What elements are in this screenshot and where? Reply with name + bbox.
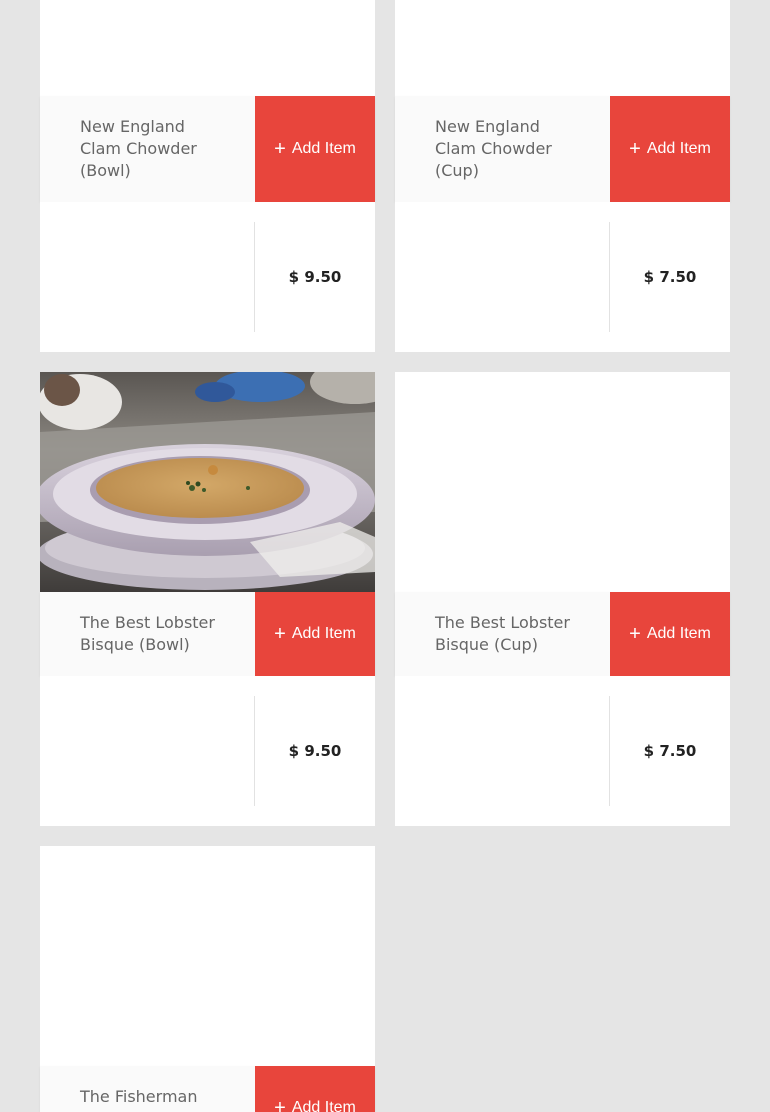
item-price: $ 9.50	[288, 742, 342, 760]
item-price-area: $ 9.50	[40, 202, 375, 352]
item-price: $ 9.50	[288, 268, 342, 286]
item-title-row: New England Clam Chowder (Cup) + Add Ite…	[395, 96, 730, 202]
item-name: New England Clam Chowder (Bowl)	[80, 117, 197, 180]
add-item-button[interactable]: + Add Item	[255, 96, 375, 202]
item-name: The Best Lobster Bisque (Cup)	[435, 613, 570, 654]
item-image-placeholder	[40, 846, 375, 1066]
item-price-area: $ 7.50	[395, 676, 730, 826]
plus-icon: +	[629, 623, 641, 645]
add-item-label: Add Item	[646, 625, 711, 642]
add-item-button[interactable]: + Add Item	[255, 1066, 375, 1112]
item-title-row: The Best Lobster Bisque (Bowl) + Add Ite…	[40, 592, 375, 676]
plus-icon: +	[274, 623, 286, 645]
plus-icon: +	[274, 138, 286, 160]
item-title-row: New England Clam Chowder (Bowl) + Add It…	[40, 96, 375, 202]
soup-photo-illustration	[40, 372, 375, 592]
add-item-button[interactable]: + Add Item	[255, 592, 375, 676]
item-image-placeholder	[395, 372, 730, 592]
menu-item-card: New England Clam Chowder (Cup) + Add Ite…	[395, 0, 730, 352]
menu-item-card: The Fisherman + Add Item	[40, 846, 375, 1112]
add-item-button[interactable]: + Add Item	[610, 592, 730, 676]
add-item-label: Add Item	[291, 140, 356, 157]
plus-icon: +	[629, 138, 641, 160]
item-title-row: The Best Lobster Bisque (Cup) + Add Item	[395, 592, 730, 676]
item-name: The Fisherman	[80, 1087, 198, 1106]
add-item-label: Add Item	[291, 625, 356, 642]
plus-icon: +	[274, 1097, 286, 1112]
item-price-area: $ 9.50	[40, 676, 375, 826]
add-item-label: Add Item	[646, 140, 711, 157]
item-image-placeholder	[395, 0, 730, 96]
menu-grid: New England Clam Chowder (Bowl) + Add It…	[0, 0, 770, 1112]
item-image-placeholder	[40, 0, 375, 96]
item-price-area: $ 7.50	[395, 202, 730, 352]
add-item-button[interactable]: + Add Item	[610, 96, 730, 202]
item-price: $ 7.50	[643, 742, 697, 760]
item-name: New England Clam Chowder (Cup)	[435, 117, 552, 180]
menu-item-card: The Best Lobster Bisque (Cup) + Add Item…	[395, 372, 730, 826]
lobster-bisque-bowl-photo[interactable]	[40, 372, 375, 592]
menu-item-card: New England Clam Chowder (Bowl) + Add It…	[40, 0, 375, 352]
menu-item-card: The Best Lobster Bisque (Bowl) + Add Ite…	[40, 372, 375, 826]
item-name: The Best Lobster Bisque (Bowl)	[80, 613, 215, 654]
item-price: $ 7.50	[643, 268, 697, 286]
item-title-row: The Fisherman + Add Item	[40, 1066, 375, 1112]
add-item-label: Add Item	[291, 1099, 356, 1112]
